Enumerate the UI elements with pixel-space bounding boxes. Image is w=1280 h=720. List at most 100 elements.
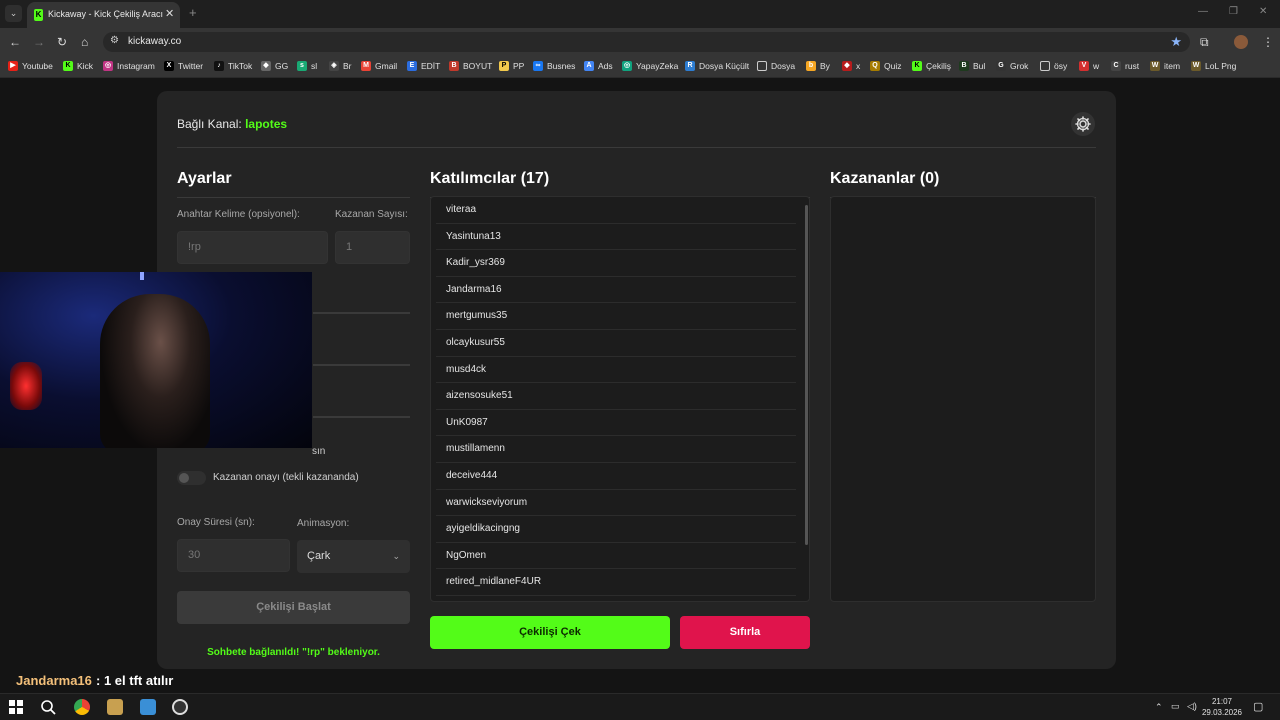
window-close-icon[interactable]: ✕ (1259, 6, 1267, 17)
bookmark-item[interactable]: ◎ Instagram (103, 61, 155, 71)
approval-time-input[interactable]: 30 (177, 539, 290, 572)
kick-favicon-icon: K (34, 9, 43, 21)
chat-overlay: Jandarma16 : 1 el tft atılır (0, 669, 476, 693)
forward-icon[interactable]: → (33, 35, 45, 49)
bookmark-item[interactable]: B Bul (959, 61, 985, 71)
tab-search-button[interactable]: ⌄ (5, 5, 22, 22)
bookmark-item[interactable]: Vw (1079, 61, 1099, 71)
bookmark-item[interactable]: ▶ Youtube (8, 61, 53, 71)
gear-icon (1075, 116, 1091, 132)
profile-avatar[interactable] (1234, 35, 1248, 49)
bookmark-item[interactable]: Q Quiz (870, 61, 901, 71)
bookmark-item[interactable]: Crust (1111, 61, 1139, 71)
network-icon[interactable]: ▭ (1171, 701, 1180, 712)
scrollbar-thumb[interactable] (805, 205, 808, 545)
bookmark-item[interactable]: A Ads (584, 61, 613, 71)
notification-icon[interactable]: ▢ (1253, 700, 1263, 713)
ads-icon: A (584, 61, 594, 71)
list-item: retired_midlaneF4UR (436, 569, 796, 596)
participants-scrollbar[interactable] (805, 203, 808, 597)
bookmark-item[interactable]: ∞ Busnes (533, 61, 575, 71)
app-icon[interactable] (140, 699, 156, 715)
bookmark-item[interactable]: ösy (1040, 61, 1067, 71)
compress-icon: R (685, 61, 695, 71)
boyut-icon: B (449, 61, 459, 71)
animation-select[interactable]: Çark ⌄ (297, 540, 410, 573)
minimize-icon[interactable]: — (1198, 6, 1208, 17)
bookmark-item[interactable]: K Kick (63, 61, 93, 71)
tab-title: Kickaway - Kick Çekiliş Aracı (48, 9, 164, 19)
bookmark-item[interactable]: R Dosya Küçült (685, 61, 749, 71)
section-divider (313, 364, 410, 366)
bookmark-item[interactable]: W LoL Png (1191, 61, 1236, 71)
reset-button[interactable]: Sıfırla (680, 616, 810, 649)
home-icon[interactable]: ⌂ (81, 35, 88, 49)
by-icon: b (806, 61, 816, 71)
chrome-icon[interactable] (74, 699, 90, 715)
approval-toggle[interactable] (177, 471, 206, 485)
back-icon[interactable]: ← (9, 35, 21, 49)
tray-chevron-icon[interactable]: ⌃ (1155, 702, 1163, 713)
browser-menu-icon[interactable]: ⋮ (1262, 35, 1274, 49)
sl-icon: s (297, 61, 307, 71)
winner-count-input[interactable]: 1 (335, 231, 410, 264)
cekilis-icon: K (912, 61, 922, 71)
bookmark-item[interactable]: ◎ YapayZeka (622, 61, 678, 71)
bookmark-item[interactable]: ◆ x (842, 61, 860, 71)
extensions-icon[interactable]: ⧉ (1200, 35, 1209, 49)
bookmark-item[interactable]: K Çekiliş (912, 61, 951, 71)
league-client-icon[interactable] (107, 699, 123, 715)
settings-button[interactable] (1071, 112, 1095, 136)
bookmark-item[interactable]: X Twitter (164, 61, 203, 71)
bookmark-item[interactable]: s sl (297, 61, 317, 71)
obs-icon[interactable] (172, 699, 188, 715)
clock-date[interactable]: 29.03.2026 (1200, 708, 1244, 717)
bookmark-item[interactable]: ♪ TikTok (214, 61, 252, 71)
bookmark-item[interactable]: ◆ GG (261, 61, 288, 71)
tab-close-icon[interactable]: ✕ (165, 7, 174, 20)
bookmark-item[interactable]: B BOYUT (449, 61, 492, 71)
address-bar[interactable]: ⚙ kickaway.co ★ (103, 32, 1190, 52)
folder-icon (757, 61, 767, 71)
streamer-video (100, 294, 210, 448)
approval-time-label: Onay Süresi (sn): (177, 517, 255, 528)
item-icon: W (1150, 61, 1160, 71)
bookmark-item[interactable]: E EDİT (407, 61, 440, 71)
section-divider (313, 416, 410, 418)
quiz-icon: Q (870, 61, 880, 71)
bookmark-item[interactable]: M Gmail (361, 61, 397, 71)
search-icon[interactable] (40, 699, 56, 715)
status-message: Sohbete bağlanıldı! "!rp" bekleniyor. (207, 647, 380, 658)
winner-count-label: Kazanan Sayısı: (335, 209, 408, 220)
chat-message: : 1 el tft atılır (96, 673, 174, 688)
bul-icon: B (959, 61, 969, 71)
draw-winner-button[interactable]: Çekilişi Çek (430, 616, 670, 649)
partial-toggle-label: sın (312, 446, 326, 457)
volume-icon[interactable]: ◁) (1187, 701, 1197, 712)
list-item: warwickseviyorum (436, 490, 796, 517)
participants-title: Katılımcılar (17) (430, 170, 550, 187)
bookmarks-bar: ▶ Youtube K Kick ◎ Instagram X Twitter ♪ TikT… (0, 56, 1280, 78)
browser-tab[interactable]: K Kickaway - Kick Çekiliş Aracı ✕ (27, 2, 180, 28)
reload-icon[interactable]: ↻ (57, 35, 67, 49)
bookmark-item[interactable]: G Grok (996, 61, 1028, 71)
new-tab-icon[interactable]: + (189, 5, 197, 20)
bookmark-star-icon[interactable]: ★ (1170, 34, 1182, 50)
w-icon: V (1079, 61, 1089, 71)
toggle-knob (179, 473, 189, 483)
restore-icon[interactable]: ❐ (1229, 6, 1238, 17)
bookmark-item[interactable]: ◈ Br (329, 61, 352, 71)
connected-channel: Bağlı Kanal: lapotes (177, 117, 288, 131)
start-giveaway-button[interactable]: Çekilişi Başlat (177, 591, 410, 624)
bookmark-item[interactable]: Dosya (757, 61, 795, 71)
start-button[interactable] (9, 700, 23, 714)
bookmark-item[interactable]: b By (806, 61, 830, 71)
settings-title: Ayarlar (177, 170, 232, 187)
approval-toggle-label: Kazanan onayı (tekli kazananda) (213, 472, 359, 483)
bookmark-item[interactable]: Witem (1150, 61, 1180, 71)
participants-list[interactable]: viteraa Yasintuna13 Kadir_ysr369 Jandarm… (430, 196, 810, 602)
site-info-icon[interactable]: ⚙ (110, 35, 119, 46)
bookmark-item[interactable]: P PP (499, 61, 524, 71)
clock-time[interactable]: 21:07 (1204, 697, 1240, 706)
keyword-input[interactable]: !rp (177, 231, 328, 264)
